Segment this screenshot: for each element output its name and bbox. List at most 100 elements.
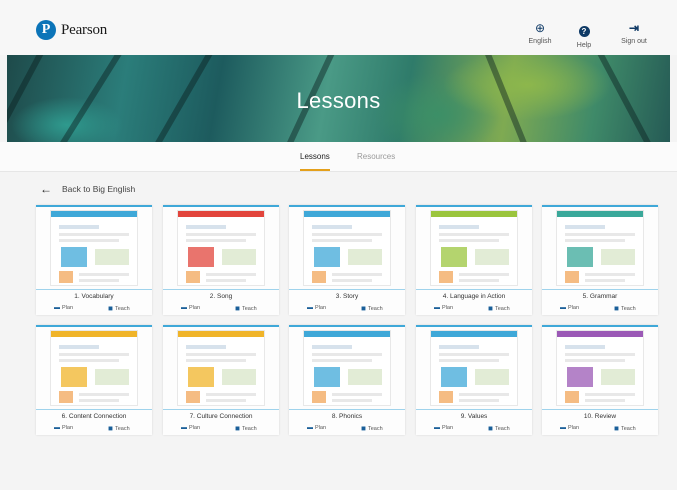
plan-button[interactable]: ▬ Plan	[54, 425, 73, 431]
lesson-title[interactable]: 9. Values	[416, 413, 532, 420]
plan-icon: ▬	[434, 305, 440, 311]
sign-out-icon: ⇥	[628, 21, 640, 35]
thumbnail-block	[565, 345, 605, 349]
teach-button[interactable]: ◼ Teach	[614, 305, 636, 312]
back-arrow-icon: ←	[40, 182, 52, 196]
thumbnail-block	[206, 279, 246, 282]
lesson-card[interactable]: 5. Grammar ▬ Plan ◼ Teach	[542, 205, 658, 315]
plan-icon: ▬	[307, 305, 313, 311]
teach-label: Teach	[114, 426, 130, 432]
lesson-card[interactable]: 2. Song ▬ Plan ◼ Teach	[163, 205, 279, 315]
teach-button[interactable]: ◼ Teach	[235, 425, 257, 432]
language-label: English	[528, 38, 552, 45]
thumbnail-block	[601, 249, 635, 265]
sign-out-label: Sign out	[621, 38, 647, 45]
teach-label: Teach	[620, 426, 636, 432]
lesson-title[interactable]: 1. Vocabulary	[36, 293, 152, 300]
teach-button[interactable]: ◼ Teach	[235, 305, 257, 312]
plan-button[interactable]: ▬ Plan	[181, 425, 200, 431]
card-divider	[36, 409, 152, 410]
lesson-card[interactable]: 4. Language in Action ▬ Plan ◼ Teach	[416, 205, 532, 315]
teach-button[interactable]: ◼ Teach	[488, 425, 510, 432]
thumbnail-block	[186, 391, 200, 403]
thumbnail-block	[312, 233, 382, 236]
lesson-title[interactable]: 2. Song	[163, 293, 279, 300]
thumbnail-block	[79, 399, 119, 402]
tab-resources[interactable]: Resources	[357, 152, 395, 169]
plan-label: Plan	[315, 425, 327, 431]
lesson-thumbnail[interactable]	[430, 210, 518, 286]
plan-button[interactable]: ▬ Plan	[307, 305, 326, 311]
lesson-title[interactable]: 3. Story	[289, 293, 405, 300]
lesson-title[interactable]: 7. Culture Connection	[163, 413, 279, 420]
lesson-thumbnail[interactable]	[177, 330, 265, 406]
lesson-thumbnail[interactable]	[556, 210, 644, 286]
thumbnail-block	[565, 391, 579, 403]
help-icon: ?	[578, 26, 590, 37]
plan-label: Plan	[568, 305, 580, 311]
lesson-card[interactable]: 3. Story ▬ Plan ◼ Teach	[289, 205, 405, 315]
thumbnail-block	[186, 233, 256, 236]
teach-button[interactable]: ◼ Teach	[361, 425, 383, 432]
thumbnail-block	[565, 239, 625, 242]
plan-button[interactable]: ▬ Plan	[560, 425, 579, 431]
card-divider	[289, 409, 405, 410]
pearson-logo[interactable]: P Pearson	[36, 20, 107, 40]
lesson-title[interactable]: 6. Content Connection	[36, 413, 152, 420]
teach-label: Teach	[494, 306, 510, 312]
lesson-card[interactable]: 6. Content Connection ▬ Plan ◼ Teach	[36, 325, 152, 435]
teach-button[interactable]: ◼ Teach	[614, 425, 636, 432]
lesson-thumbnail[interactable]	[556, 330, 644, 406]
lesson-thumbnail[interactable]	[430, 330, 518, 406]
plan-label: Plan	[442, 425, 454, 431]
plan-button[interactable]: ▬ Plan	[434, 305, 453, 311]
plan-button[interactable]: ▬ Plan	[307, 425, 326, 431]
plan-label: Plan	[189, 305, 201, 311]
lesson-thumbnail[interactable]	[50, 330, 138, 406]
plan-button[interactable]: ▬ Plan	[181, 305, 200, 311]
plan-button[interactable]: ▬ Plan	[54, 305, 73, 311]
thumbnail-block	[439, 233, 509, 236]
lesson-card[interactable]: 7. Culture Connection ▬ Plan ◼ Teach	[163, 325, 279, 435]
lesson-thumbnail[interactable]	[303, 210, 391, 286]
back-link[interactable]: ← Back to Big English	[40, 182, 135, 196]
card-divider	[416, 289, 532, 290]
lesson-card[interactable]: 1. Vocabulary ▬ Plan ◼ Teach	[36, 205, 152, 315]
lesson-card[interactable]: 8. Phonics ▬ Plan ◼ Teach	[289, 325, 405, 435]
thumbnail-block	[59, 359, 119, 362]
plan-button[interactable]: ▬ Plan	[560, 305, 579, 311]
lesson-thumbnail[interactable]	[50, 210, 138, 286]
pearson-logo-icon: P	[36, 20, 56, 40]
plan-button[interactable]: ▬ Plan	[434, 425, 453, 431]
lesson-thumbnail[interactable]	[177, 210, 265, 286]
back-link-label: Back to Big English	[62, 184, 136, 194]
thumbnail-block	[441, 367, 467, 387]
teach-button[interactable]: ◼ Teach	[361, 305, 383, 312]
tab-lessons[interactable]: Lessons	[300, 152, 330, 171]
thumbnail-block	[475, 369, 509, 385]
plan-label: Plan	[189, 425, 201, 431]
lesson-title[interactable]: 5. Grammar	[542, 293, 658, 300]
thumbnail-block	[565, 353, 635, 356]
thumbnail-block	[314, 247, 340, 267]
help-button[interactable]: ? Help	[564, 21, 604, 49]
thumbnail-block	[439, 225, 479, 229]
lesson-thumbnail[interactable]	[303, 330, 391, 406]
teach-button[interactable]: ◼ Teach	[108, 305, 130, 312]
thumbnail-block	[59, 233, 129, 236]
lesson-card[interactable]: 9. Values ▬ Plan ◼ Teach	[416, 325, 532, 435]
lesson-title[interactable]: 8. Phonics	[289, 413, 405, 420]
teach-icon: ◼	[614, 306, 619, 312]
plan-label: Plan	[62, 305, 74, 311]
language-button[interactable]: ⊕ English	[520, 21, 560, 45]
teach-button[interactable]: ◼ Teach	[488, 305, 510, 312]
lesson-card[interactable]: 10. Review ▬ Plan ◼ Teach	[542, 325, 658, 435]
thumbnail-block	[312, 353, 382, 356]
lesson-title[interactable]: 10. Review	[542, 413, 658, 420]
teach-button[interactable]: ◼ Teach	[108, 425, 130, 432]
teach-icon: ◼	[488, 426, 493, 432]
sign-out-button[interactable]: ⇥ Sign out	[614, 21, 654, 45]
thumbnail-block	[312, 359, 372, 362]
lesson-title[interactable]: 4. Language in Action	[416, 293, 532, 300]
thumbnail-block	[59, 345, 99, 349]
